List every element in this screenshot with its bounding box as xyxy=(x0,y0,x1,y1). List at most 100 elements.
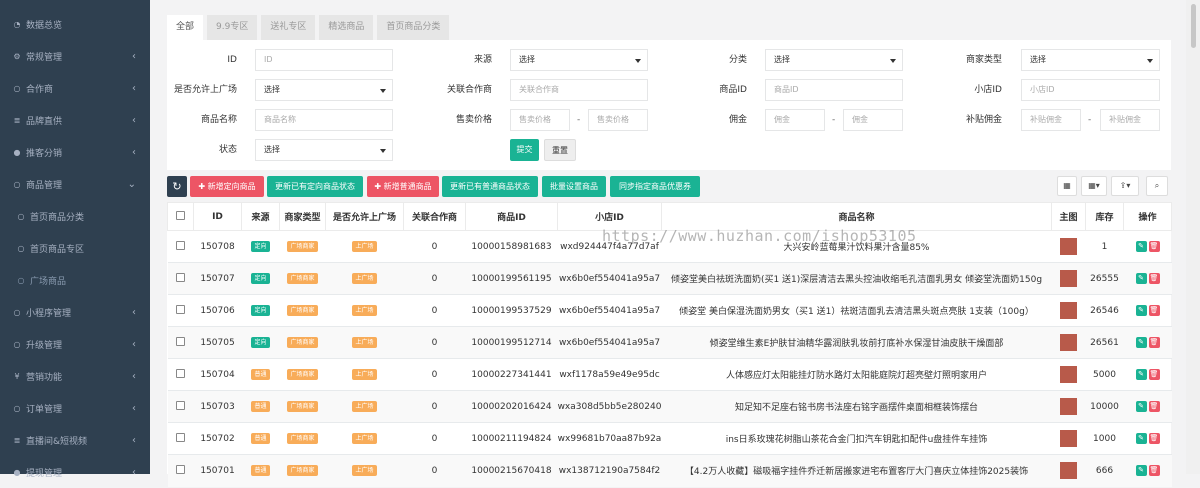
shop-id-input[interactable]: 小店ID xyxy=(1021,79,1160,101)
product-thumbnail[interactable] xyxy=(1060,366,1077,383)
subsidy-max-input[interactable]: 补贴佣金 xyxy=(1100,109,1160,131)
plaza-status-badge[interactable]: 上广场 xyxy=(352,465,377,477)
row-checkbox-cell[interactable] xyxy=(167,422,194,455)
update-targeted-status-button[interactable]: 更新已有定向商品状态 xyxy=(267,176,363,197)
edit-icon[interactable]: ✎ xyxy=(1135,273,1147,284)
subsidy-min-input[interactable]: 补贴佣金 xyxy=(1021,109,1081,131)
sidebar-item[interactable]: ○ 首页商品专区 xyxy=(0,232,150,264)
reset-button[interactable]: 重置 xyxy=(544,139,576,161)
row-checkbox-cell[interactable] xyxy=(167,262,194,295)
edit-icon[interactable]: ✎ xyxy=(1135,241,1147,252)
product-thumbnail[interactable] xyxy=(1060,430,1077,447)
plaza-status-badge[interactable]: 上广场 xyxy=(352,401,377,412)
product-thumbnail[interactable] xyxy=(1060,462,1077,480)
edit-icon[interactable]: ✎ xyxy=(1135,433,1147,444)
row-checkbox-cell[interactable] xyxy=(167,326,194,359)
price-min-input[interactable]: 售卖价格 xyxy=(510,109,570,131)
row-checkbox-cell[interactable] xyxy=(167,358,194,391)
page-scrollbar[interactable] xyxy=(1186,0,1200,474)
row-checkbox-cell[interactable] xyxy=(167,390,194,423)
goods-name-input[interactable]: 商品名称 xyxy=(255,109,393,131)
plaza-status-badge[interactable]: 上广场 xyxy=(352,305,377,316)
plaza-status-badge[interactable]: 上广场 xyxy=(352,241,377,252)
row-checkbox[interactable] xyxy=(176,432,185,442)
row-checkbox[interactable] xyxy=(176,240,185,250)
columns-dropdown-icon[interactable]: ▦▾ xyxy=(1081,176,1107,196)
sidebar-item[interactable]: ○ 订单管理 ‹ xyxy=(0,392,150,424)
edit-icon[interactable]: ✎ xyxy=(1135,337,1147,348)
sidebar-item[interactable]: ○ 首页商品分类 xyxy=(0,200,150,232)
sync-coupon-button[interactable]: 同步指定商品优惠券 xyxy=(610,176,700,197)
tab[interactable]: 送礼专区 xyxy=(261,15,316,40)
column-header[interactable] xyxy=(167,202,194,231)
product-thumbnail[interactable] xyxy=(1060,398,1077,415)
scrollbar-thumb[interactable] xyxy=(1191,4,1196,48)
delete-icon[interactable]: 🗑 xyxy=(1148,401,1160,412)
edit-icon[interactable]: ✎ xyxy=(1135,305,1147,316)
sidebar-item[interactable]: ○ 升级管理 ‹ xyxy=(0,328,150,360)
submit-button[interactable]: 提交 xyxy=(510,139,539,161)
category-select[interactable]: 选择 xyxy=(765,49,903,71)
sidebar-item[interactable]: ○ 商品管理 ⌄ xyxy=(0,168,150,200)
plaza-status-badge[interactable]: 上广场 xyxy=(352,337,377,348)
add-targeted-goods-button[interactable]: ✚ 新增定向商品 xyxy=(190,176,264,197)
price-max-input[interactable]: 售卖价格 xyxy=(588,109,648,131)
product-thumbnail[interactable] xyxy=(1060,334,1077,351)
tab[interactable]: 首页商品分类 xyxy=(377,15,450,40)
row-checkbox[interactable] xyxy=(176,304,185,314)
plaza-status-badge[interactable]: 上广场 xyxy=(352,433,377,444)
row-checkbox-cell[interactable] xyxy=(167,454,194,487)
edit-icon[interactable]: ✎ xyxy=(1135,401,1147,412)
refresh-button[interactable]: ↻ xyxy=(167,176,187,197)
partner-input[interactable]: 关联合作商 xyxy=(510,79,648,101)
sidebar-item[interactable]: ○ 合作商 ‹ xyxy=(0,72,150,104)
row-checkbox[interactable] xyxy=(176,272,185,282)
tab[interactable]: 9.9专区 xyxy=(207,15,258,40)
sidebar-item[interactable]: ¥ 营销功能 ‹ xyxy=(0,360,150,392)
product-thumbnail[interactable] xyxy=(1060,238,1077,255)
add-normal-goods-button[interactable]: ✚ 新增普通商品 xyxy=(367,176,439,197)
allow-plaza-select[interactable]: 选择 xyxy=(255,79,393,101)
goods-id-input[interactable]: 商品ID xyxy=(765,79,903,101)
sidebar-item[interactable]: ● 推客分销 ‹ xyxy=(0,136,150,168)
sidebar-item[interactable]: ○ 小程序管理 ‹ xyxy=(0,296,150,328)
id-input[interactable]: ID xyxy=(255,49,393,71)
row-checkbox[interactable] xyxy=(176,464,185,474)
row-checkbox[interactable] xyxy=(176,368,185,378)
product-thumbnail[interactable] xyxy=(1060,270,1077,287)
delete-icon[interactable]: 🗑 xyxy=(1148,337,1160,348)
sidebar-item[interactable]: ● 提现管理 ‹ xyxy=(0,456,150,488)
delete-icon[interactable]: 🗑 xyxy=(1148,273,1160,284)
card-view-icon[interactable]: ▦ xyxy=(1057,176,1077,196)
tab[interactable]: 精选商品 xyxy=(319,15,374,40)
sidebar-item[interactable]: ≣ 直播间&短视频 ‹ xyxy=(0,424,150,456)
batch-set-goods-button[interactable]: 批量设置商品 xyxy=(542,176,606,197)
commission-min-input[interactable]: 佣金 xyxy=(765,109,825,131)
source-select[interactable]: 选择 xyxy=(510,49,648,71)
row-checkbox-cell[interactable] xyxy=(167,230,194,263)
delete-icon[interactable]: 🗑 xyxy=(1148,465,1160,477)
commission-max-input[interactable]: 佣金 xyxy=(843,109,903,131)
delete-icon[interactable]: 🗑 xyxy=(1148,305,1160,316)
product-thumbnail[interactable] xyxy=(1060,302,1077,319)
search-icon[interactable]: ⌕ xyxy=(1146,176,1168,196)
plaza-status-badge[interactable]: 上广场 xyxy=(352,369,377,380)
row-checkbox[interactable] xyxy=(176,336,185,346)
row-checkbox[interactable] xyxy=(176,400,185,410)
sidebar-item[interactable]: ○ 广场商品 xyxy=(0,264,150,296)
edit-icon[interactable]: ✎ xyxy=(1135,465,1147,477)
delete-icon[interactable]: 🗑 xyxy=(1148,241,1160,252)
status-select[interactable]: 选择 xyxy=(255,139,393,161)
sidebar-item[interactable]: ◔ 数据总览 xyxy=(0,8,150,40)
export-dropdown-icon[interactable]: ⇪▾ xyxy=(1111,176,1139,196)
sidebar-item[interactable]: ⚙ 常规管理 ‹ xyxy=(0,40,150,72)
sidebar-item[interactable]: ≣ 品牌直供 ‹ xyxy=(0,104,150,136)
row-checkbox-cell[interactable] xyxy=(167,294,194,327)
update-normal-status-button[interactable]: 更新已有普通商品状态 xyxy=(442,176,538,197)
edit-icon[interactable]: ✎ xyxy=(1135,369,1147,380)
delete-icon[interactable]: 🗑 xyxy=(1148,433,1160,444)
merchant-type-select[interactable]: 选择 xyxy=(1021,49,1160,71)
tab[interactable]: 全部 xyxy=(167,15,204,40)
plaza-status-badge[interactable]: 上广场 xyxy=(352,273,377,284)
delete-icon[interactable]: 🗑 xyxy=(1148,369,1160,380)
